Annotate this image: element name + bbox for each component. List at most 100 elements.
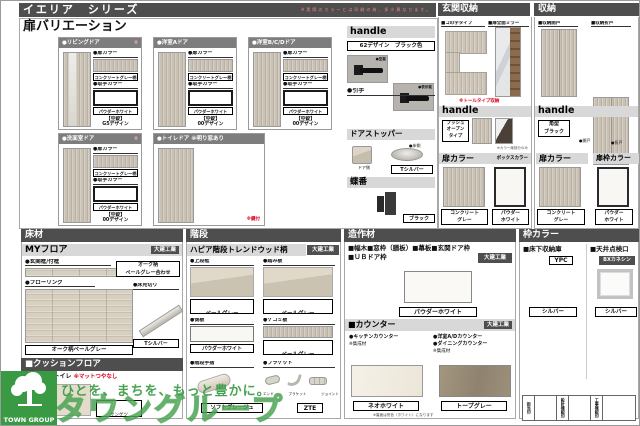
door-card-header: ●洗面室ドア※ bbox=[59, 134, 141, 144]
stamp-col-blank bbox=[535, 395, 557, 421]
door-card-toilet: ●トイレドア ※明り窓あり ※鍵付 bbox=[153, 133, 265, 226]
color-line1: コンクリート bbox=[450, 211, 479, 216]
dining-counter-label1: ●洋室A/Dカウンター bbox=[433, 335, 482, 341]
door-card-specs: ●扉カラー コンクリートグレー柄 ●取手カラー パウダーホワイト 【空錠】G5デ… bbox=[93, 50, 138, 128]
millwork-items-line1: ■幅木■窓枠（膳板）■幕板■玄関ドア枠 bbox=[348, 245, 470, 252]
hinge-plate-left bbox=[377, 196, 384, 212]
bracket-joint-image bbox=[309, 377, 327, 385]
storage-door-color-title: 扉カラー bbox=[539, 154, 571, 163]
millwork-maker-badge: 大建工業 bbox=[478, 253, 512, 263]
door-color-label: ●扉カラー bbox=[188, 51, 233, 58]
entrance-door-color-title: 扉カラー bbox=[442, 154, 474, 163]
entrance-type1-label: ■コの字タイプ bbox=[441, 21, 485, 27]
frame-divider bbox=[586, 244, 587, 379]
door-card-title: ●リビングドア bbox=[62, 40, 100, 46]
color-line1: パウダー bbox=[501, 211, 520, 216]
cushion-floor-header: ■クッションフロア bbox=[21, 358, 183, 371]
millwork-title: 造作材 bbox=[348, 230, 375, 240]
handle-color-swatch bbox=[283, 90, 328, 106]
handle-color-name: パウダーホワイト bbox=[188, 107, 233, 115]
kitchen-counter-color: ネオホワイト bbox=[353, 401, 419, 411]
lock-design-code: 00デザイン bbox=[293, 122, 319, 127]
hinge-bar: 蝶番 bbox=[347, 177, 435, 188]
cushion-note: ※マットつやなし bbox=[74, 374, 118, 380]
stairs-tread-swatch bbox=[263, 267, 333, 297]
toilet-lock-note: ※鍵付 bbox=[247, 217, 260, 222]
stamp-col-blank bbox=[569, 395, 591, 421]
door-stopper-floor-label: ●床側 bbox=[409, 144, 421, 149]
lever-design-badge: 62デザイン ブラック色 bbox=[347, 41, 435, 51]
badge-line2: オープン bbox=[447, 127, 465, 132]
tree-icon bbox=[1, 371, 57, 409]
door-image bbox=[158, 148, 194, 223]
door-color-name: コンクリートグレー柄 bbox=[93, 169, 138, 177]
storage-handle-bar: handle bbox=[535, 106, 638, 117]
ceiling-access-badge: BXカネシン bbox=[599, 256, 635, 265]
storage-type1-label: ■収納開戸 bbox=[538, 21, 578, 27]
hinge-title: 蝶番 bbox=[350, 178, 367, 188]
door-card-note: ※ bbox=[134, 137, 138, 142]
title-band: イエリア シリーズ ※実際のカラーとは印刷の為、多少異なります。 bbox=[19, 3, 436, 17]
entrance-red-note: ※トールタイプ収納 bbox=[459, 99, 499, 104]
handle-color-swatch bbox=[188, 90, 233, 106]
stairs-top-frame-swatch bbox=[190, 267, 254, 297]
floor-hatch-color: シルバー bbox=[529, 307, 577, 317]
entrance-color-swatch-2 bbox=[494, 167, 526, 207]
entry-frame-label: ●玄関框/付框 bbox=[25, 259, 111, 266]
handle-color-swatch bbox=[93, 90, 138, 106]
flooring-swatch bbox=[25, 289, 133, 343]
logo-text: TOWN GROUP bbox=[1, 417, 57, 424]
myfloor-title: MYフロア bbox=[25, 245, 67, 255]
storage-door-color-bar: 扉カラー bbox=[536, 153, 588, 164]
lock-design-code: 00デザイン bbox=[103, 218, 129, 223]
badge-line2: ブラック bbox=[544, 129, 564, 135]
combo-badge: オーク柄ペールグレー合わせ bbox=[116, 261, 180, 277]
kitchen-counter-label: ●キッチンカウンター bbox=[349, 335, 398, 341]
push-open-badge: プッシュオープンタイプ bbox=[442, 120, 469, 142]
stairs-side-board-color: パウダーホワイト bbox=[190, 344, 254, 353]
push-open-image-1 bbox=[472, 118, 492, 144]
door-card-washroom: ●洗面室ドア※ ●扉カラー コンクリートグレー柄 ●取手カラー パウダーホワイト… bbox=[58, 133, 142, 226]
ceiling-access-image bbox=[597, 269, 633, 299]
door-card-title: ●洋室B/C/Dドア bbox=[252, 40, 296, 46]
hinge-color: ブラック bbox=[403, 214, 435, 223]
door-color-name: コンクリートグレー柄 bbox=[188, 73, 233, 81]
lock-design: 【空錠】G5デザイン bbox=[93, 117, 138, 129]
entrance-door-color-bar: 扉カラー ボックスカラー bbox=[439, 153, 531, 164]
lever-arm bbox=[406, 96, 429, 101]
badge-line1: 角型 bbox=[549, 121, 559, 127]
handle-color-label: ●取手カラー bbox=[93, 178, 138, 185]
color-main: ペールグレー bbox=[281, 311, 314, 314]
door-image bbox=[63, 148, 91, 223]
door-color-label: ●扉カラー bbox=[93, 51, 138, 58]
handle-color-name: パウダーホワイト bbox=[93, 203, 138, 211]
kitchen-counter-note: ※集成材 bbox=[349, 342, 366, 347]
bracket-part-bracket: ブラケット bbox=[288, 392, 306, 396]
kitchen-counter-swatch bbox=[351, 365, 423, 397]
flooring-header: 床材 bbox=[21, 229, 183, 242]
push-open-image-2 bbox=[495, 118, 513, 144]
series-title: イエリア シリーズ bbox=[23, 4, 139, 17]
door-hardware-panel: handle 62デザイン ブラック色 ●空錠 ●表示錠 ●引手 ドアストッパー… bbox=[347, 26, 435, 228]
stamp-col-blank bbox=[603, 395, 636, 421]
door-image bbox=[63, 52, 91, 127]
lock-design: 【空錠】00デザイン bbox=[283, 117, 328, 129]
door-card-room-a: ●洋室Aドア ●扉カラー コンクリートグレー柄 ●取手カラー パウダーホワイト … bbox=[153, 37, 237, 130]
color-main: ペールグレー bbox=[281, 352, 314, 355]
bar-handle-label: ●開戸 bbox=[579, 139, 591, 144]
entrance-color-swatch-1 bbox=[443, 167, 485, 207]
door-card-note: ※ bbox=[134, 41, 138, 46]
door-color-swatch bbox=[188, 59, 233, 72]
stairs-tread-label: ●踏み板 bbox=[263, 259, 335, 266]
hapia-bar: ハピア階段トレンドウッド柄 bbox=[187, 244, 306, 256]
lever-arm bbox=[360, 68, 383, 73]
lock-type: 【空錠】 bbox=[201, 117, 220, 122]
flooring-color-name: オーク柄ペールグレー bbox=[25, 345, 133, 355]
door-card-room-bcd: ●洋室B/C/Dドア ●扉カラー コンクリートグレー柄 ●取手カラー パウダーホ… bbox=[248, 37, 332, 130]
myfloor-bar: MYフロア 大建工業 bbox=[22, 244, 182, 256]
color-line2: グレー bbox=[554, 218, 568, 223]
frame-color-title: 枠カラー bbox=[523, 230, 559, 240]
door-stopper-body-image bbox=[352, 146, 372, 164]
color-line2: ホワイト bbox=[501, 218, 520, 223]
stairs-side-board-swatch bbox=[190, 326, 254, 342]
